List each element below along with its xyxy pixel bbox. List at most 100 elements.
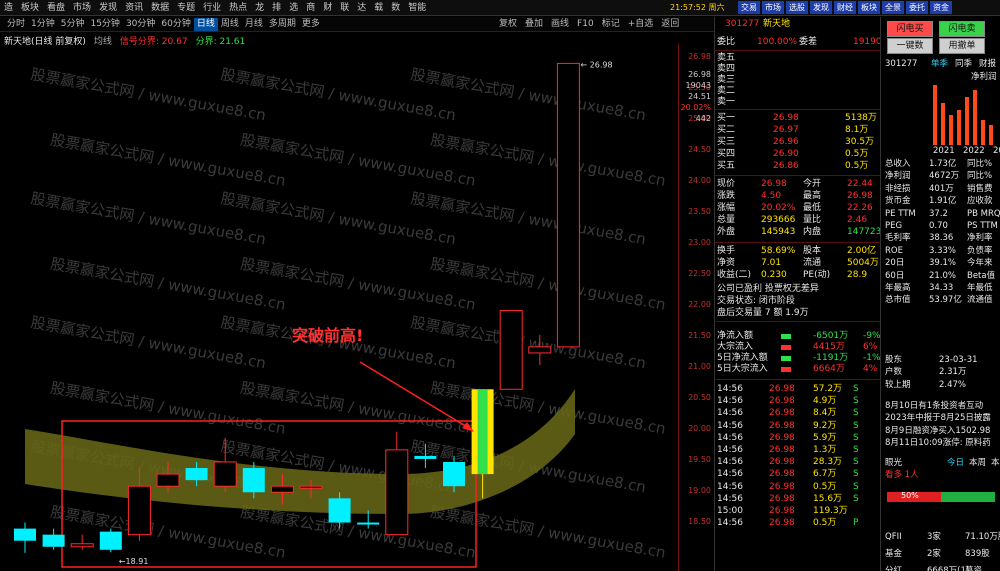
menu-item-9[interactable]: 热点 <box>225 1 251 15</box>
top-button-3[interactable]: 发现 <box>810 1 832 14</box>
tick-direction: S <box>853 396 859 407</box>
top-button-5[interactable]: 板块 <box>858 1 880 14</box>
top-button-0[interactable]: 交易 <box>738 1 760 14</box>
cancel-order-button[interactable]: 用撤单 <box>939 38 985 54</box>
menu-item-12[interactable]: 选 <box>285 1 302 15</box>
eyes-tab-today[interactable]: 今日 <box>947 458 964 469</box>
news-item[interactable]: 8月10日有1条投资者互动 <box>885 401 983 412</box>
top-button-4[interactable]: 财经 <box>834 1 856 14</box>
menu-item-5[interactable]: 资讯 <box>121 1 147 15</box>
period-tab-1[interactable]: 1分钟 <box>28 18 58 31</box>
period-tab-8[interactable]: 月线 <box>242 18 266 31</box>
period-tab-6[interactable]: 日线 <box>193 18 218 31</box>
top-button-1[interactable]: 市场 <box>762 1 784 14</box>
weicha-label: 委差 <box>799 37 818 47</box>
candlestick-chart[interactable]: 股票赢家公式网 / www.guxue8.cn股票赢家公式网 / www.gux… <box>0 44 678 571</box>
tool-button-4[interactable]: 标记 <box>598 18 624 31</box>
menu-item-11[interactable]: 排 <box>268 1 285 15</box>
holder-value: 23-03-31 <box>939 355 978 365</box>
fin-value: 401万 <box>929 183 954 194</box>
finance-tab-report[interactable]: 财报 <box>979 59 996 70</box>
fin-right-label: 同比% <box>967 159 993 169</box>
period-tab-2[interactable]: 5分钟 <box>58 18 88 31</box>
menu-item-0[interactable]: 造 <box>0 1 17 15</box>
menu-item-3[interactable]: 市场 <box>69 1 95 15</box>
menu-item-4[interactable]: 发现 <box>95 1 121 15</box>
period-tab-7[interactable]: 周线 <box>218 18 242 31</box>
bar-chart-label: 净利润 <box>883 72 1000 83</box>
tick-price: 26.98 <box>769 445 795 455</box>
tool-button-5[interactable]: +自选 <box>624 18 658 31</box>
flash-buy-button[interactable]: 闪电买 <box>887 21 933 37</box>
menu-item-14[interactable]: 财 <box>319 1 336 15</box>
low-price-label: ←18.91 <box>119 557 149 566</box>
top-button-6[interactable]: 全景 <box>882 1 904 14</box>
tick-time: 14:56 <box>717 432 743 443</box>
menu-item-17[interactable]: 载 <box>370 1 387 15</box>
tool-button-1[interactable]: 叠加 <box>521 18 547 31</box>
finance-tab-yoy[interactable]: 同季 <box>955 59 972 70</box>
separator <box>715 379 881 380</box>
finance-tab-quarter[interactable]: 单季 <box>931 59 948 70</box>
fin-right-label: 年最低 <box>967 283 993 293</box>
buy-row: 买二 26.97 8.1万 <box>717 125 879 136</box>
separator <box>715 109 881 110</box>
menu-item-1[interactable]: 板块 <box>17 1 43 15</box>
flash-sell-button[interactable]: 闪电卖 <box>939 21 985 37</box>
menu-item-15[interactable]: 联 <box>336 1 353 15</box>
menu-item-2[interactable]: 看盘 <box>43 1 69 15</box>
tick-row: 15:00 26.98 119.3万 <box>717 506 879 517</box>
fin-value: 4672万 <box>929 171 960 182</box>
y-tick-label: 24.00 <box>688 176 711 185</box>
period-tab-3[interactable]: 15分钟 <box>87 18 122 31</box>
tick-price: 26.98 <box>769 506 795 516</box>
news-item[interactable]: 8月9日融资净买入1502.98 <box>885 426 990 437</box>
finance-row: 年最高 34.33 年最低 <box>883 283 1000 294</box>
menu-item-19[interactable]: 智能 <box>404 1 430 15</box>
tick-direction: S <box>853 384 859 394</box>
fin-value: 3.33% <box>929 245 957 256</box>
stat-value: 145943 <box>761 227 796 237</box>
eyes-tab-month[interactable]: 本月 <box>991 458 1000 469</box>
top-button-8[interactable]: 资金 <box>930 1 952 14</box>
buy-row: 买四 26.90 0.5万 <box>717 149 879 160</box>
quote-header: 301277 新天地 <box>717 19 879 30</box>
tick-row: 14:56 26.98 9.2万 S <box>717 421 879 432</box>
tick-time: 14:56 <box>717 493 743 504</box>
top-button-7[interactable]: 委托 <box>906 1 928 14</box>
menu-item-18[interactable]: 数 <box>387 1 404 15</box>
tool-button-6[interactable]: 返回 <box>657 18 683 31</box>
buy-price: 26.97 <box>773 125 799 135</box>
menu-item-6[interactable]: 数据 <box>147 1 173 15</box>
weibi-label: 委比 <box>717 37 736 47</box>
eyes-tab-week[interactable]: 本周 <box>969 458 986 469</box>
tool-button-2[interactable]: 画线 <box>547 18 573 31</box>
news-item[interactable]: 8月11日10:09涨停: 原料药 <box>885 438 991 449</box>
candle-body <box>156 473 180 487</box>
stat2-row: 净资 7.01 流通 5004万 <box>717 258 879 269</box>
news-item[interactable]: 2023年中报于8月25日披露 <box>885 413 991 424</box>
period-tab-4[interactable]: 30分钟 <box>123 18 158 31</box>
one-key-button[interactable]: 一键数 <box>887 38 933 54</box>
bar-label: 净利润 <box>971 72 997 82</box>
top-button-2[interactable]: 选股 <box>786 1 808 14</box>
tool-button-3[interactable]: F10 <box>573 18 598 31</box>
menu-item-8[interactable]: 行业 <box>199 1 225 15</box>
stock-code[interactable]: 301277 <box>725 19 759 30</box>
period-tab-0[interactable]: 分时 <box>4 18 28 31</box>
menu-item-10[interactable]: 龙 <box>251 1 268 15</box>
y-side-value: 442 <box>695 114 711 123</box>
period-tab-9[interactable]: 多周期 <box>266 18 299 31</box>
period-tab-5[interactable]: 60分钟 <box>158 18 193 31</box>
menu-item-13[interactable]: 商 <box>302 1 319 15</box>
flow-pct: -1% <box>863 353 881 363</box>
menu-item-7[interactable]: 专题 <box>173 1 199 15</box>
period-tab-10[interactable]: 更多 <box>299 18 323 31</box>
fin-value: 38.36 <box>929 233 954 244</box>
stat2-label: 收益(二) <box>717 270 752 280</box>
stock-name[interactable]: 新天地 <box>763 19 790 30</box>
stat2-value: 7.01 <box>761 258 782 268</box>
tool-button-0[interactable]: 复权 <box>495 18 521 31</box>
menu-item-16[interactable]: 达 <box>353 1 370 15</box>
stat2-value: 58.69% <box>761 246 796 256</box>
